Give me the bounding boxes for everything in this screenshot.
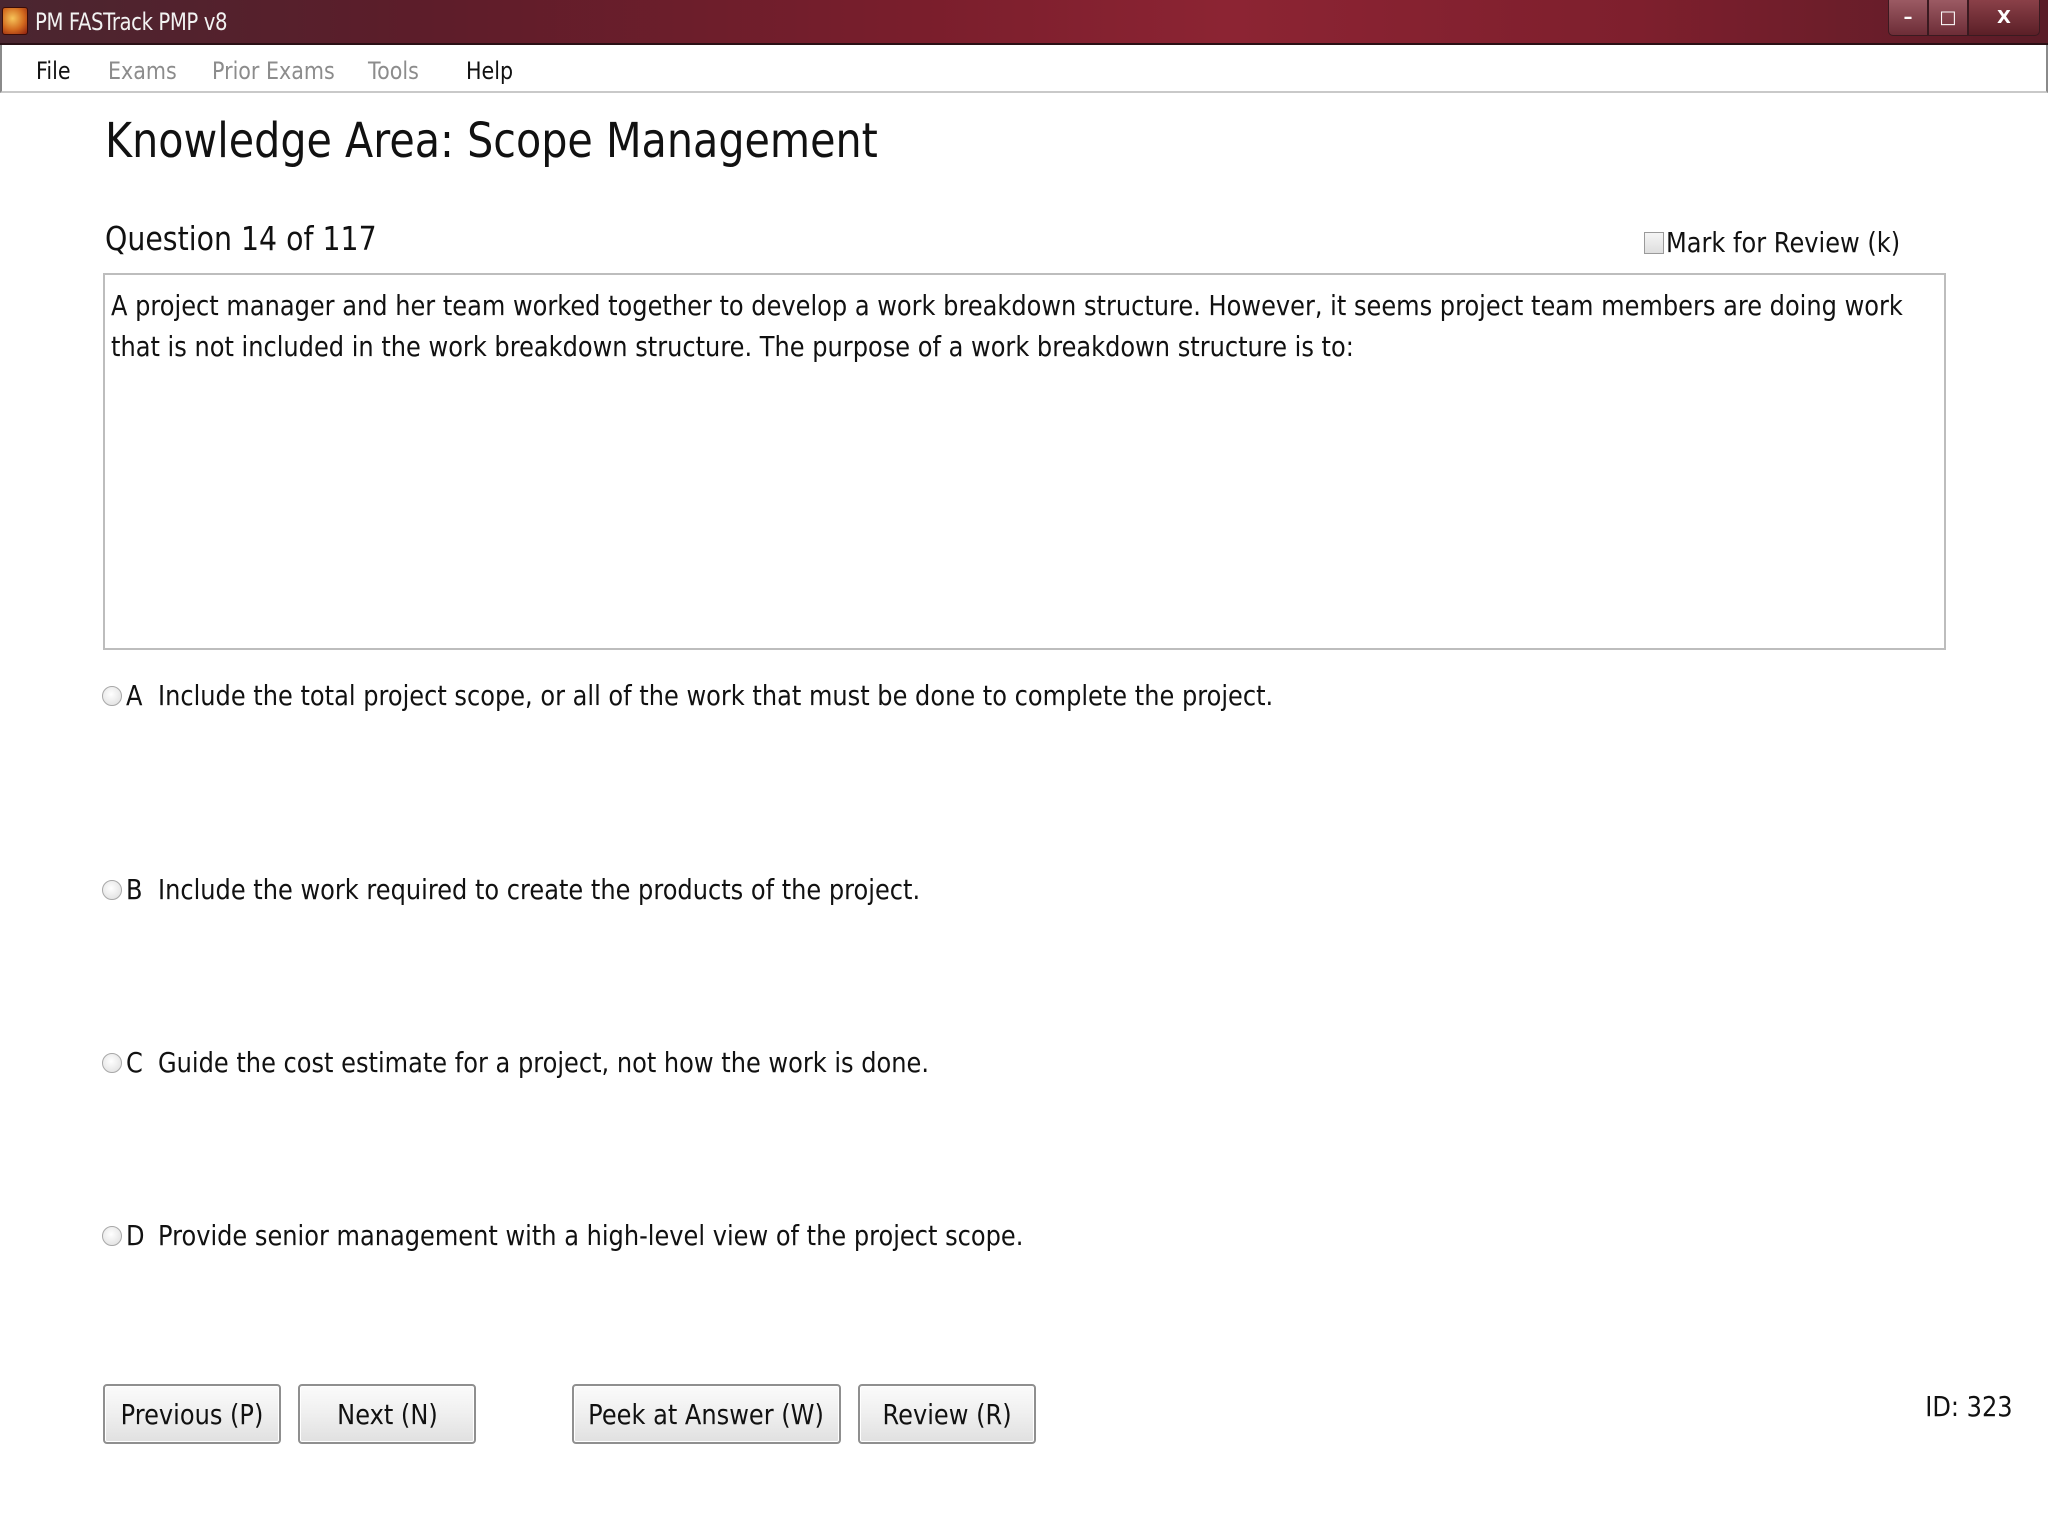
option-d-radio[interactable]	[102, 1225, 122, 1246]
menu-bar: File Exams Prior Exams Tools Help	[0, 45, 2048, 93]
review-button-label: Review (R)	[882, 1397, 1012, 1431]
mark-for-review-checkbox[interactable]	[1643, 231, 1664, 254]
mark-for-review[interactable]: Mark for Review (k)	[1643, 226, 1938, 259]
option-b[interactable]: B Include the work required to create th…	[102, 873, 1044, 906]
option-a-radio[interactable]	[102, 685, 122, 706]
option-b-letter: B	[126, 873, 143, 906]
menu-prior-exams[interactable]: Prior Exams	[212, 57, 335, 85]
option-b-text[interactable]: Include the work required to create the …	[158, 873, 920, 906]
previous-button-label: Previous (P)	[120, 1397, 264, 1431]
mark-for-review-label: Mark for Review (k)	[1665, 226, 1900, 259]
minimize-button[interactable]: –	[1888, 0, 1928, 36]
app-icon	[2, 7, 28, 35]
previous-button[interactable]: Previous (P)	[103, 1384, 281, 1444]
question-box: A project manager and her team worked to…	[103, 273, 1946, 650]
maximize-button[interactable]: □	[1928, 0, 1968, 36]
menu-file[interactable]: File	[36, 57, 71, 85]
next-button-label: Next (N)	[336, 1397, 438, 1431]
question-text: A project manager and her team worked to…	[111, 289, 1903, 363]
peek-answer-button-label: Peek at Answer (W)	[588, 1397, 825, 1431]
knowledge-area-title: Knowledge Area: Scope Management	[105, 113, 878, 169]
option-a-text[interactable]: Include the total project scope, or all …	[158, 679, 1273, 712]
option-d-text[interactable]: Provide senior management with a high-le…	[158, 1219, 1023, 1252]
option-d-letter: D	[126, 1219, 145, 1252]
next-button[interactable]: Next (N)	[298, 1384, 476, 1444]
option-c-letter: C	[126, 1046, 143, 1079]
menu-tools[interactable]: Tools	[368, 57, 419, 85]
menu-help[interactable]: Help	[466, 57, 513, 85]
option-c[interactable]: C Guide the cost estimate for a project,…	[102, 1046, 1055, 1079]
peek-answer-button[interactable]: Peek at Answer (W)	[572, 1384, 841, 1444]
question-counter: Question 14 of 117	[105, 219, 377, 258]
option-d[interactable]: D Provide senior management with a high-…	[102, 1219, 1164, 1252]
menu-exams[interactable]: Exams	[108, 57, 177, 85]
window-controls: – □ X	[1888, 0, 2040, 38]
close-button[interactable]: X	[1968, 0, 2040, 36]
window-titlebar: PM FASTrack PMP v8 – □ X	[0, 0, 2048, 45]
option-b-radio[interactable]	[102, 879, 122, 900]
option-a-letter: A	[126, 679, 143, 712]
review-button[interactable]: Review (R)	[858, 1384, 1036, 1444]
window-title: PM FASTrack PMP v8	[35, 8, 228, 36]
option-c-text[interactable]: Guide the cost estimate for a project, n…	[158, 1046, 929, 1079]
question-id: ID: 323	[1925, 1390, 2013, 1423]
option-c-radio[interactable]	[102, 1052, 122, 1073]
option-a[interactable]: A Include the total project scope, or al…	[102, 679, 1455, 712]
